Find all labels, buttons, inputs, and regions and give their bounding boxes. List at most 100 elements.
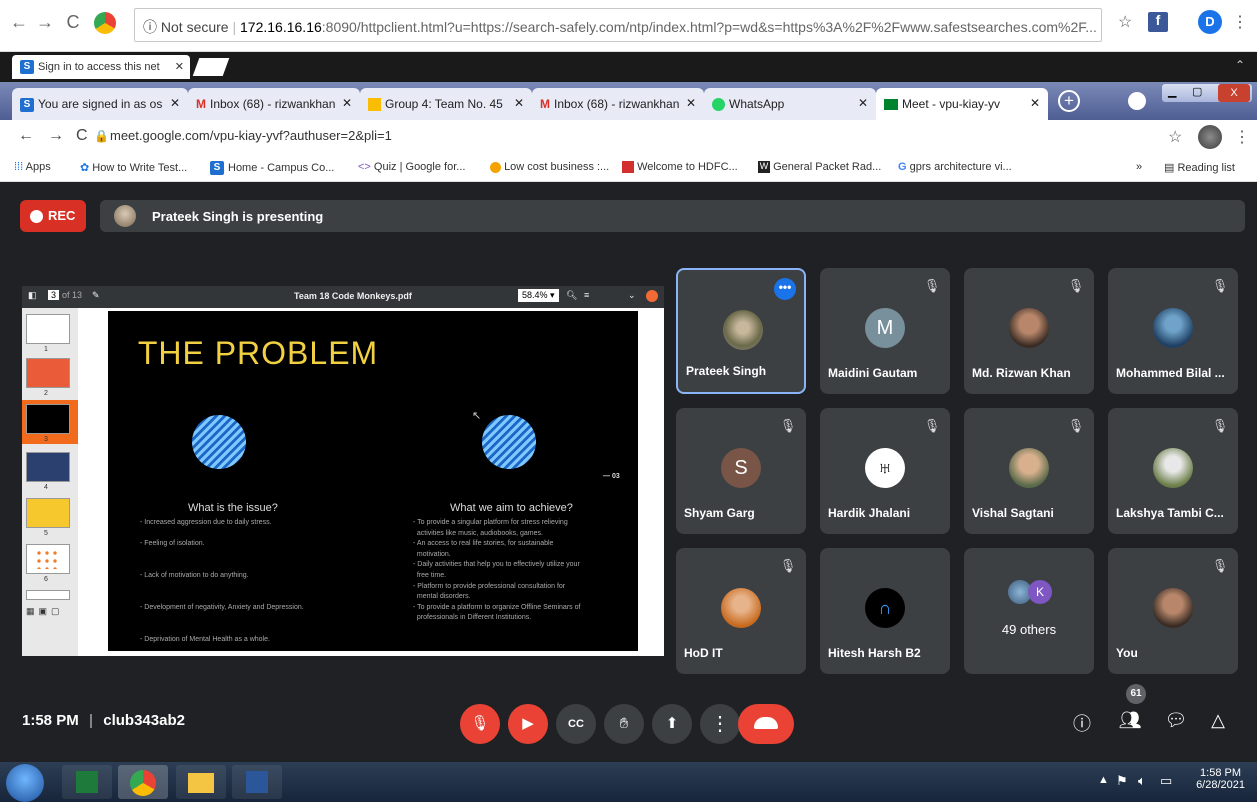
chrome-logo-icon[interactable] [94, 12, 116, 34]
facebook-extension-icon[interactable]: f [1148, 12, 1168, 32]
camera-off-button[interactable]: ▶︎ [508, 704, 548, 744]
people-icon[interactable]: 👥︎ [1118, 710, 1142, 731]
back-icon[interactable]: ← [8, 12, 30, 33]
chevron-up-icon[interactable]: ⌃ [1235, 58, 1245, 72]
star-icon[interactable]: ☆ [1118, 12, 1132, 32]
bookmark-item[interactable]: W General Packet Rad... [758, 161, 881, 174]
close-icon[interactable]: ✕ [342, 96, 352, 110]
info-icon[interactable]: ⓘ [1070, 710, 1094, 736]
participant-tile[interactable]: 🎙︎ Mohammed Bilal ... [1108, 268, 1238, 394]
self-tile[interactable]: 🎙︎ You [1108, 548, 1238, 674]
bookmark-item[interactable]: Welcome to HDFC... [622, 161, 738, 174]
bookmark-item[interactable]: Low cost business :... [490, 161, 609, 173]
thumbnail-6[interactable] [26, 544, 70, 574]
chat-icon[interactable]: 💬︎ [1164, 710, 1188, 731]
reload-icon[interactable]: C [76, 127, 88, 145]
participant-tile[interactable]: 🎙︎ M Maidini Gautam [820, 268, 950, 394]
bookmark-item[interactable]: <> Quiz | Google for... [358, 161, 465, 173]
participant-tile[interactable]: 🎙︎ Lakshya Tambi C... [1108, 408, 1238, 534]
close-icon[interactable]: ✕ [170, 96, 180, 110]
forward-icon[interactable]: → [34, 12, 56, 33]
close-icon[interactable]: ✕ [514, 96, 524, 110]
participant-tile[interactable]: 🎙︎ Md. Rizwan Khan [964, 268, 1094, 394]
view-mode-icons[interactable]: ▦▣▢ [26, 606, 64, 617]
tab-signed-in[interactable]: S You are signed in as os ✕ [12, 88, 188, 120]
tray-chevron-up-icon[interactable]: ▲ [1098, 774, 1109, 786]
thumbnail-4[interactable] [26, 452, 70, 482]
back-icon[interactable]: ← [18, 127, 34, 145]
close-icon[interactable]: ✕ [858, 96, 868, 110]
presentation-view[interactable]: ◧ 3 of 13 ✎ Team 18 Code Monkeys.pdf 58.… [22, 286, 664, 656]
reading-list[interactable]: ▤ Reading list [1164, 161, 1235, 174]
search-icon[interactable]: 🔍︎ [566, 290, 577, 301]
mic-off-button[interactable]: 🎙︎ [460, 704, 500, 744]
pdf-page-input[interactable]: 3 [48, 290, 60, 300]
tab-search-icon[interactable] [1128, 92, 1146, 110]
avatar[interactable] [1198, 125, 1222, 149]
activities-icon[interactable]: △ [1206, 710, 1230, 731]
start-button-icon[interactable] [6, 764, 44, 802]
window-close-icon[interactable]: X [1218, 84, 1250, 102]
more-bookmarks-icon[interactable]: » [1136, 161, 1142, 173]
others-tile[interactable]: K 49 others [964, 548, 1094, 674]
pen-icon[interactable]: ✎ [92, 290, 100, 301]
info-icon[interactable]: ⓘ [143, 19, 161, 35]
minimize-icon[interactable]: ▁ [1168, 85, 1176, 98]
volume-icon[interactable]: 🔈︎ [1138, 773, 1146, 789]
tab-group4[interactable]: Group 4: Team No. 45 ✕ [360, 88, 532, 120]
taskbar-clock[interactable]: 1:58 PM 6/28/2021 [1196, 767, 1245, 791]
more-options-button[interactable]: ⋮ [700, 704, 740, 744]
bookmark-item[interactable]: ✿ How to Write Test... [80, 161, 187, 174]
sidebar-toggle-icon[interactable]: ◧ [28, 290, 37, 301]
captions-button[interactable]: CC [556, 704, 596, 744]
tab-meet[interactable]: Meet - vpu-kiay-yv ✕ [876, 88, 1048, 120]
network-icon[interactable]: ⚑ [1116, 773, 1128, 789]
close-pdf-icon[interactable] [646, 290, 658, 302]
thumbnail-7[interactable] [26, 590, 70, 600]
bookmark-item[interactable]: G gprs architecture vi... [898, 161, 1012, 173]
participant-tile[interactable]: 🎙︎ HoD IT [676, 548, 806, 674]
action-center-icon[interactable]: ▭ [1160, 773, 1172, 789]
participant-tile[interactable]: ∩ Hitesh Harsh B2 [820, 548, 950, 674]
bookmark-item[interactable]: S Home - Campus Co... [210, 161, 334, 175]
more-options-icon[interactable]: ••• [774, 278, 796, 300]
participant-tile[interactable]: ••• Prateek Singh [676, 268, 806, 394]
word-taskbar-icon[interactable] [232, 765, 282, 799]
tab-inbox-1[interactable]: M Inbox (68) - rizwankhan ✕ [188, 88, 360, 120]
thumbnail-1[interactable] [26, 314, 70, 344]
thumbnail-5[interactable] [26, 498, 70, 528]
participant-tile[interactable]: 🎙︎ S Shyam Garg [676, 408, 806, 534]
hamburger-icon[interactable]: ≡ [584, 290, 589, 300]
outer-tab[interactable]: S Sign in to access this net ✕ [12, 55, 190, 79]
lock-icon[interactable]: 🔒 [94, 129, 109, 143]
bookmark-apps[interactable]: ⁞⁞⁞ Apps [14, 161, 51, 173]
menu-icon[interactable]: ⋮ [1232, 12, 1248, 32]
close-icon[interactable]: ✕ [686, 96, 696, 110]
present-button[interactable]: ⬆︎ [652, 704, 692, 744]
tab-whatsapp[interactable]: WhatsApp ✕ [704, 88, 876, 120]
thumbnail-2[interactable] [26, 358, 70, 388]
explorer-taskbar-icon[interactable] [176, 765, 226, 799]
forward-icon[interactable]: → [48, 127, 64, 145]
menu-icon[interactable]: ⋮ [1234, 127, 1250, 147]
address-url[interactable]: meet.google.com/vpu-kiay-yvf?authuser=2&… [110, 128, 392, 143]
reload-icon[interactable]: C [62, 12, 84, 33]
new-tab-button[interactable] [192, 58, 230, 76]
zoom-dropdown[interactable]: 58.4% ▾ [518, 289, 559, 302]
maximize-icon[interactable]: ▢ [1192, 85, 1202, 98]
raise-hand-button[interactable]: ✋︎ [604, 704, 644, 744]
participant-tile[interactable]: 🎙︎ Vishal Sagtani [964, 408, 1094, 534]
profile-icon[interactable]: D [1198, 10, 1222, 34]
excel-taskbar-icon[interactable] [62, 765, 112, 799]
outer-omnibox[interactable]: ⓘ Not secure | 172.16.16.16:8090/httpcli… [134, 8, 1102, 42]
thumbnail-3[interactable] [26, 404, 70, 434]
new-tab-plus-icon[interactable]: + [1058, 90, 1080, 112]
leave-call-button[interactable] [738, 704, 794, 744]
tab-inbox-2[interactable]: M Inbox (68) - rizwankhan ✕ [532, 88, 704, 120]
star-icon[interactable]: ☆ [1168, 127, 1182, 147]
chevron-down-icon[interactable]: ⌄ [628, 290, 636, 301]
participant-tile[interactable]: 🎙︎ ♅ Hardik Jhalani [820, 408, 950, 534]
chrome-taskbar-icon[interactable] [118, 765, 168, 799]
close-icon[interactable]: ✕ [1030, 96, 1040, 110]
close-icon[interactable]: ✕ [175, 60, 184, 73]
